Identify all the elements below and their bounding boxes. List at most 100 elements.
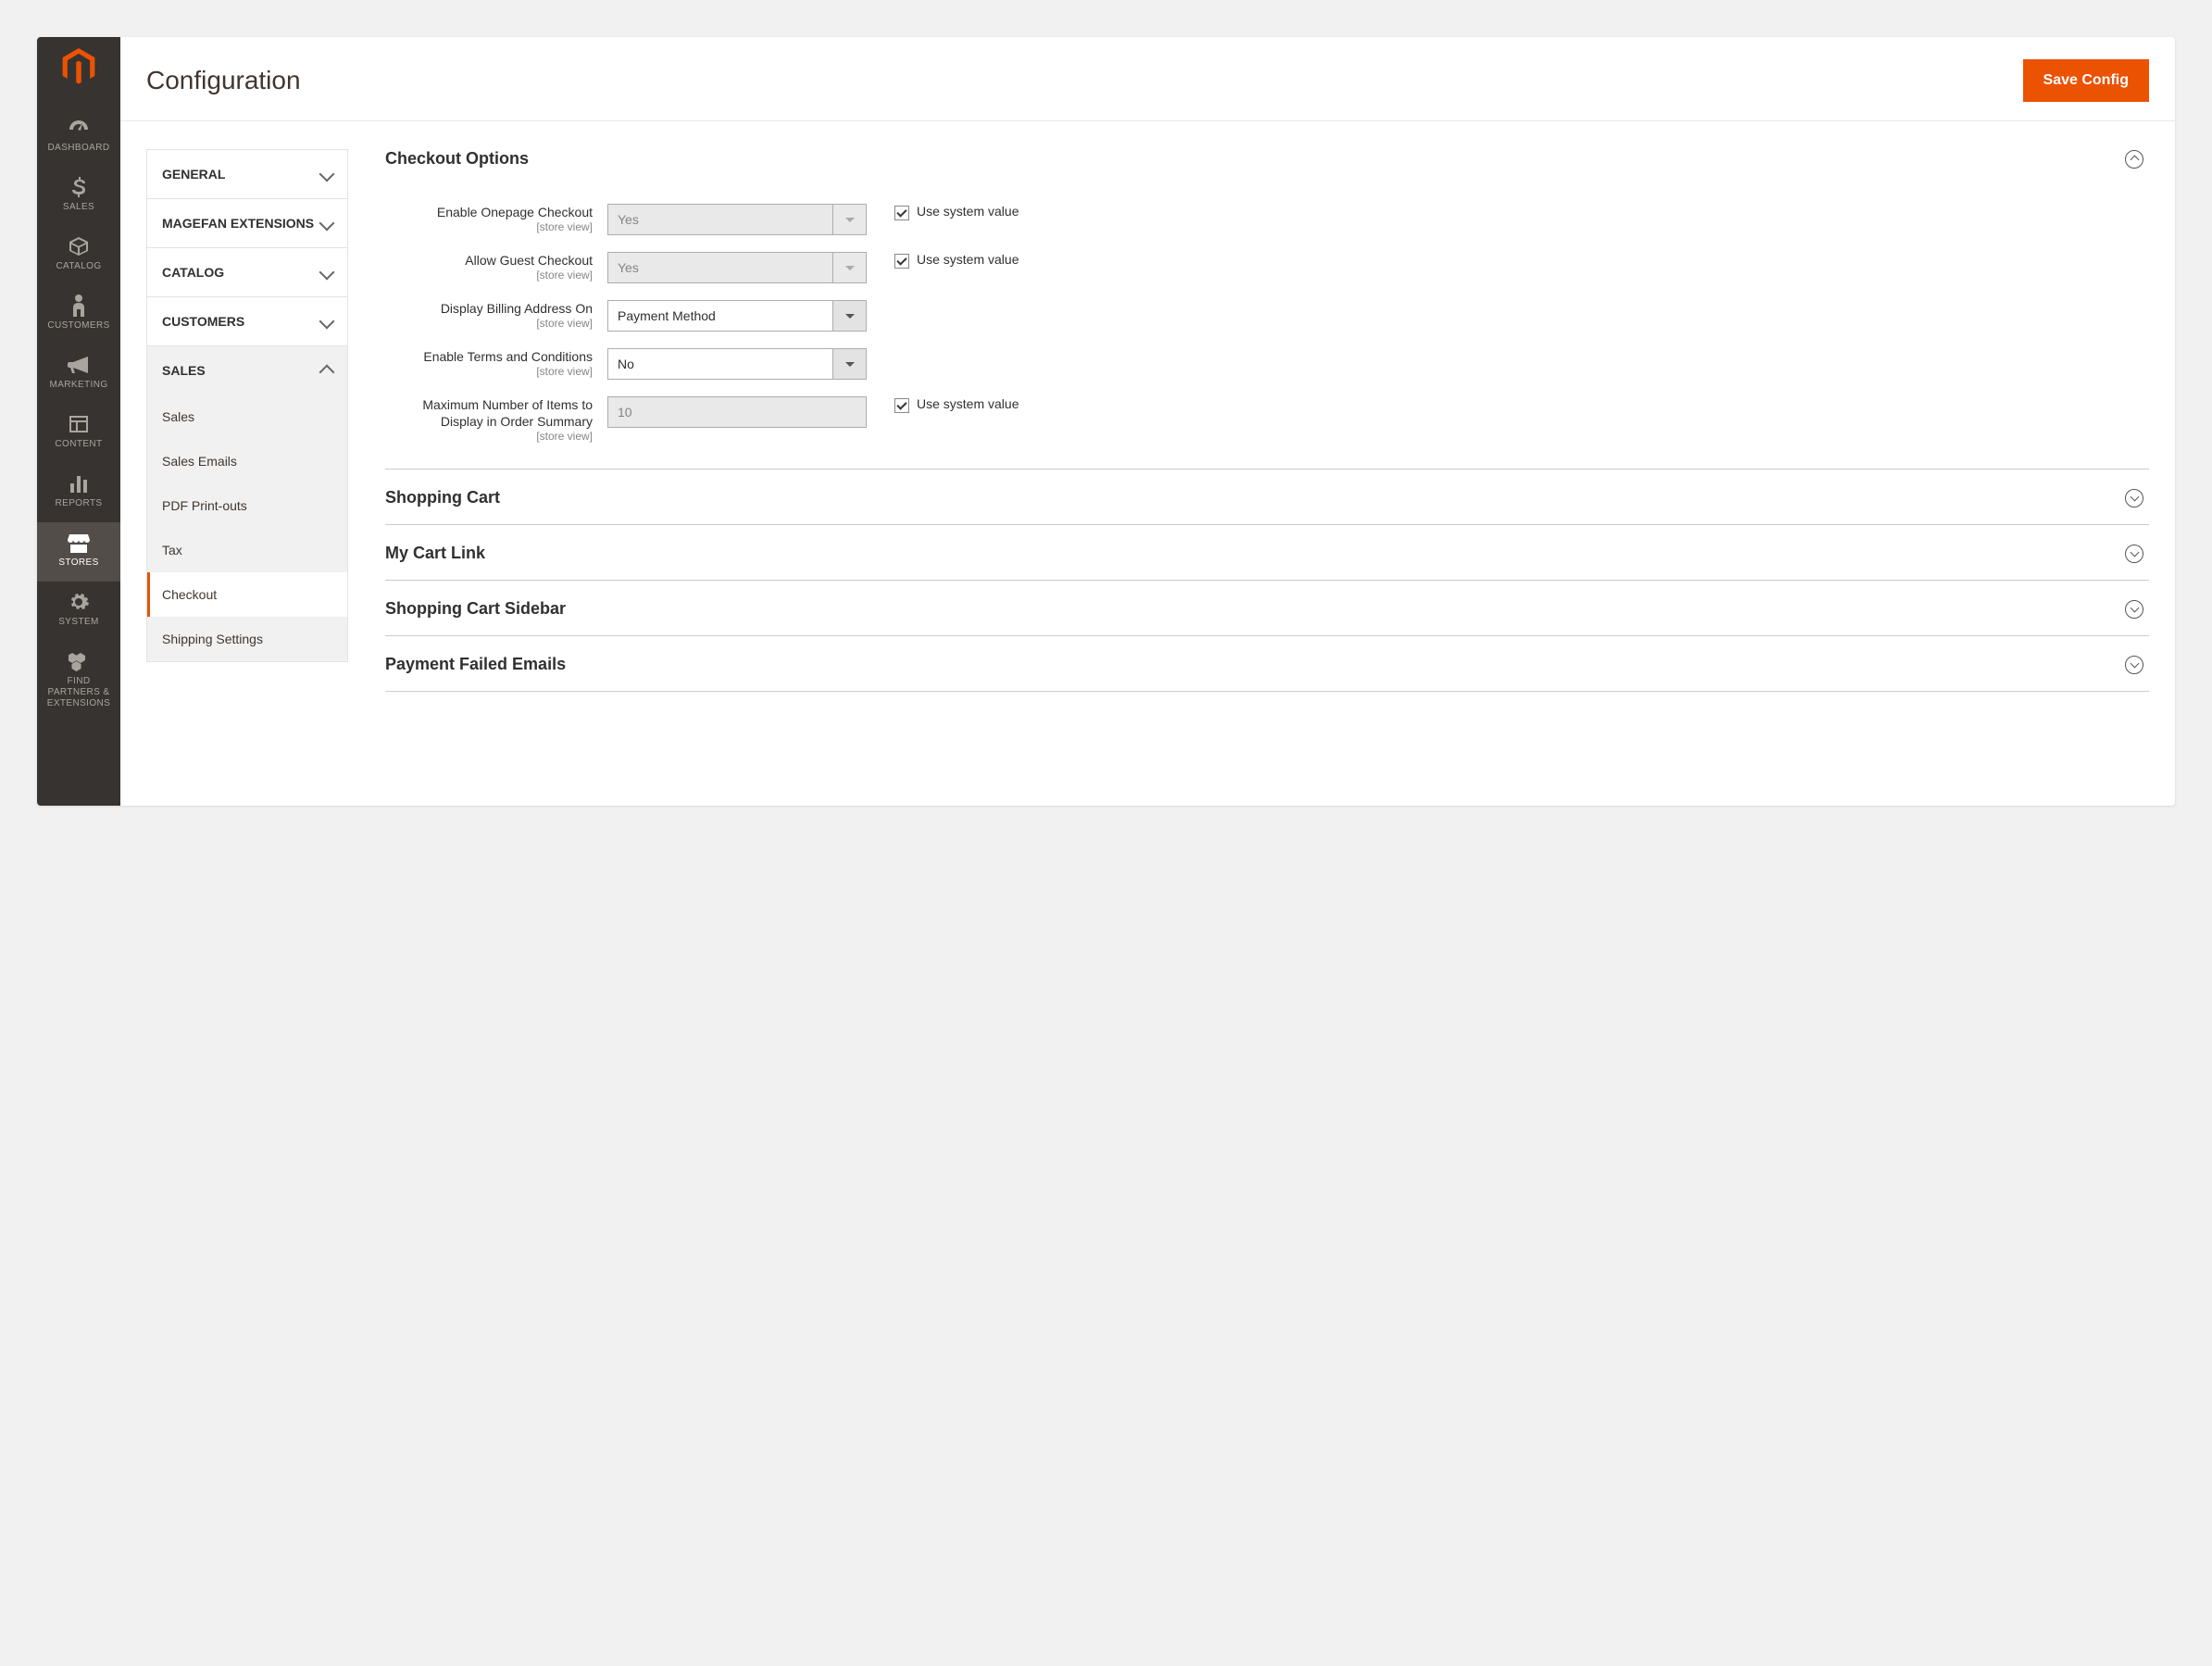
dropdown-icon xyxy=(833,252,867,283)
field-label: Enable Terms and Conditions xyxy=(385,348,593,365)
select-input: Yes xyxy=(607,204,867,235)
dollar-icon xyxy=(71,176,86,198)
collapse-icon xyxy=(2125,150,2143,169)
field-label-col: Display Billing Address On[store view] xyxy=(385,300,607,330)
field-value-col: Yes xyxy=(607,252,867,283)
app-window: DASHBOARD SALES CATALOG CUSTOMERS MARKETING C… xyxy=(37,37,2175,806)
section-header[interactable]: Shopping Cart xyxy=(385,470,2149,524)
person-icon xyxy=(71,294,86,317)
select-input: Yes xyxy=(607,252,867,283)
nav-item-stores[interactable]: STORES xyxy=(37,522,120,582)
save-config-button[interactable]: Save Config xyxy=(2023,59,2149,102)
blocks-icon xyxy=(69,650,89,672)
tab-label: GENERAL xyxy=(162,167,225,182)
dropdown-icon xyxy=(833,348,867,380)
field-value-col: No xyxy=(607,348,867,380)
nav-item-dashboard[interactable]: DASHBOARD xyxy=(37,107,120,167)
config-tab[interactable]: CUSTOMERS xyxy=(146,296,348,345)
megaphone-icon xyxy=(68,354,90,376)
use-system-label: Use system value xyxy=(917,204,1019,219)
section-collapsed: My Cart Link xyxy=(385,525,2149,581)
use-system-checkbox[interactable] xyxy=(894,398,909,413)
section-header[interactable]: Payment Failed Emails xyxy=(385,636,2149,691)
nav-item-marketing[interactable]: MARKETING xyxy=(37,344,120,404)
config-row: Display Billing Address On[store view]Pa… xyxy=(385,300,2149,332)
field-label: Allow Guest Checkout xyxy=(385,252,593,269)
config-tab[interactable]: GENERAL xyxy=(146,149,348,198)
field-value-col xyxy=(607,396,867,428)
nav-item-sales[interactable]: SALES xyxy=(37,167,120,226)
nav-item-customers[interactable]: CUSTOMERS xyxy=(37,285,120,344)
expand-icon xyxy=(2125,489,2143,507)
bars-icon xyxy=(69,472,89,495)
config-row: Allow Guest Checkout[store view]Yes Use s… xyxy=(385,252,2149,283)
section-header[interactable]: My Cart Link xyxy=(385,525,2149,580)
section-title: Checkout Options xyxy=(385,149,529,169)
section-title: Payment Failed Emails xyxy=(385,655,566,674)
tab-label: CATALOG xyxy=(162,265,224,280)
section-checkout-options: Checkout Options Enable Onepage Checkout[… xyxy=(385,149,2149,470)
config-tab[interactable]: MAGEFAN EXTENSIONS xyxy=(146,198,348,247)
config-subitem[interactable]: Checkout xyxy=(147,572,347,617)
layout-icon xyxy=(69,413,89,435)
use-system-col: Use system value xyxy=(867,252,1019,269)
tab-label: CUSTOMERS xyxy=(162,314,244,329)
select-value: Payment Method xyxy=(607,300,833,332)
nav-item-partners[interactable]: FIND PARTNERS & EXTENSIONS xyxy=(37,641,120,722)
fields-container: Enable Onepage Checkout[store view]Yes Us… xyxy=(385,185,2149,469)
use-system-label: Use system value xyxy=(917,396,1019,411)
use-system-col: Use system value xyxy=(867,204,1019,220)
nav-item-content[interactable]: CONTENT xyxy=(37,404,120,463)
chevron-down-icon xyxy=(319,167,335,182)
select-input[interactable]: No xyxy=(607,348,867,380)
nav-label: SYSTEM xyxy=(58,617,99,628)
expand-icon xyxy=(2125,656,2143,674)
field-label-col: Enable Terms and Conditions[store view] xyxy=(385,348,607,378)
nav-item-system[interactable]: SYSTEM xyxy=(37,582,120,641)
use-system-col: Use system value xyxy=(867,396,1019,413)
field-scope: [store view] xyxy=(385,365,593,378)
config-tab[interactable]: SALES xyxy=(146,345,348,395)
config-tab[interactable]: CATALOG xyxy=(146,247,348,296)
config-subitem[interactable]: PDF Print-outs xyxy=(147,483,347,528)
use-system-label: Use system value xyxy=(917,252,1019,267)
storefront-icon xyxy=(68,532,90,554)
nav-item-catalog[interactable]: CATALOG xyxy=(37,226,120,285)
nav-label: FIND PARTNERS & EXTENSIONS xyxy=(41,676,117,709)
page-body: GENERAL MAGEFAN EXTENSIONS CATALOG CUSTOMER… xyxy=(120,121,2175,806)
use-system-checkbox[interactable] xyxy=(894,206,909,220)
chevron-down-icon xyxy=(319,314,335,330)
field-label-col: Enable Onepage Checkout[store view] xyxy=(385,204,607,233)
expand-icon xyxy=(2125,600,2143,619)
select-value: Yes xyxy=(607,204,833,235)
field-label-col: Allow Guest Checkout[store view] xyxy=(385,252,607,282)
config-subitem[interactable]: Tax xyxy=(147,528,347,572)
field-scope: [store view] xyxy=(385,317,593,330)
chevron-up-icon xyxy=(319,365,335,381)
select-input[interactable]: Payment Method xyxy=(607,300,867,332)
page-title: Configuration xyxy=(146,66,301,95)
section-title: My Cart Link xyxy=(385,544,485,563)
config-subitem[interactable]: Sales xyxy=(147,395,347,439)
section-collapsed: Payment Failed Emails xyxy=(385,636,2149,692)
config-subitem[interactable]: Shipping Settings xyxy=(147,617,347,661)
nav-label: STORES xyxy=(58,557,98,569)
nav-label: CATALOG xyxy=(56,261,101,272)
tab-label: MAGEFAN EXTENSIONS xyxy=(162,216,314,231)
nav-label: DASHBOARD xyxy=(48,143,110,154)
config-sublist: SalesSales EmailsPDF Print-outsTaxChecko… xyxy=(146,395,348,662)
nav-label: REPORTS xyxy=(56,498,103,509)
section-header[interactable]: Checkout Options xyxy=(385,149,2149,185)
config-subitem[interactable]: Sales Emails xyxy=(147,439,347,483)
nav-label: MARKETING xyxy=(49,380,107,391)
nav-label: CUSTOMERS xyxy=(47,320,109,332)
dropdown-icon xyxy=(833,300,867,332)
field-value-col: Yes xyxy=(607,204,867,235)
use-system-checkbox[interactable] xyxy=(894,254,909,269)
config-content: Checkout Options Enable Onepage Checkout[… xyxy=(348,149,2175,806)
select-value: No xyxy=(607,348,833,380)
section-header[interactable]: Shopping Cart Sidebar xyxy=(385,581,2149,635)
nav-item-reports[interactable]: REPORTS xyxy=(37,463,120,522)
field-label-col: Maximum Number of Items to Display in Or… xyxy=(385,396,607,443)
section-collapsed: Shopping Cart Sidebar xyxy=(385,581,2149,636)
